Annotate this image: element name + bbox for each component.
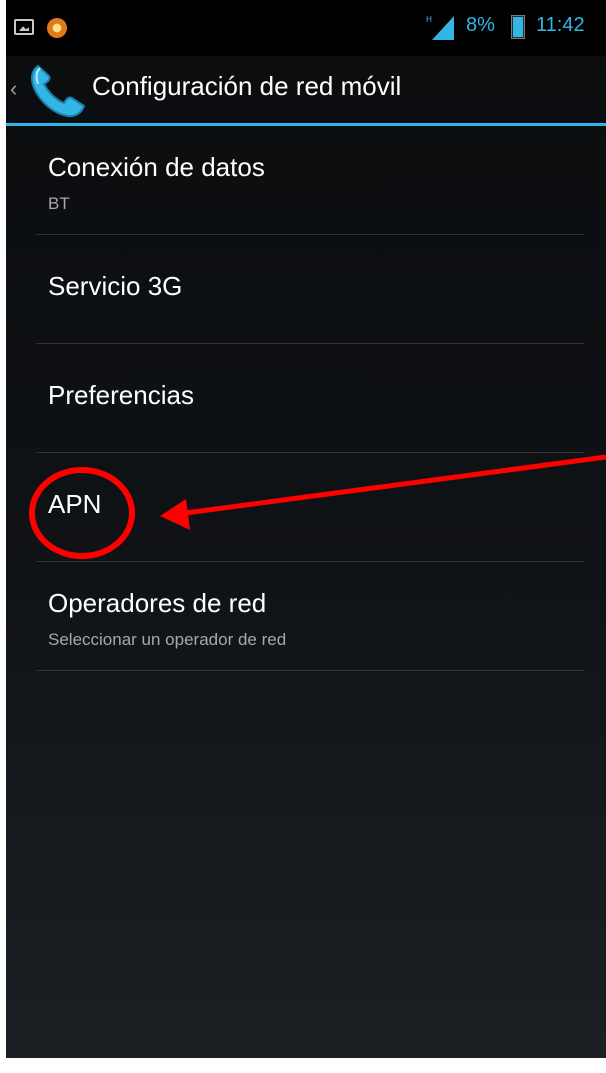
- setting-preferences[interactable]: Preferencias: [6, 344, 606, 453]
- svg-text:H: H: [426, 15, 432, 24]
- setting-data-connection[interactable]: Conexión de datos BT: [6, 126, 606, 235]
- status-bar: H 8% 11:42: [6, 0, 606, 56]
- clock: 11:42: [536, 14, 585, 36]
- setting-title: Preferencias: [48, 380, 194, 410]
- page-title: Configuración de red móvil: [92, 71, 402, 101]
- setting-title: APN: [48, 489, 102, 519]
- settings-list: Conexión de datos BT Servicio 3G Prefere…: [6, 126, 606, 671]
- divider: [36, 670, 584, 671]
- setting-title: Conexión de datos: [48, 152, 265, 182]
- phone-screen: H 8% 11:42 ‹ Configuración de red móvil …: [6, 0, 606, 1058]
- gallery-icon: [14, 19, 34, 35]
- setting-3g-service[interactable]: Servicio 3G: [6, 235, 606, 344]
- setting-title: Operadores de red: [48, 588, 267, 618]
- battery-percent: 8%: [466, 14, 495, 36]
- action-bar: ‹ Configuración de red móvil: [6, 56, 606, 124]
- setting-summary: BT: [48, 194, 70, 213]
- setting-title: Servicio 3G: [48, 271, 183, 301]
- up-navigation-icon[interactable]: ‹: [10, 76, 17, 102]
- phone-icon[interactable]: [24, 60, 90, 120]
- setting-apn[interactable]: APN: [6, 453, 606, 562]
- setting-network-operators[interactable]: Operadores de red Seleccionar un operado…: [6, 562, 606, 671]
- app-notification-icon: [47, 18, 67, 38]
- signal-icon: H: [426, 15, 454, 40]
- battery-icon: [511, 15, 525, 39]
- setting-summary: Seleccionar un operador de red: [48, 630, 287, 649]
